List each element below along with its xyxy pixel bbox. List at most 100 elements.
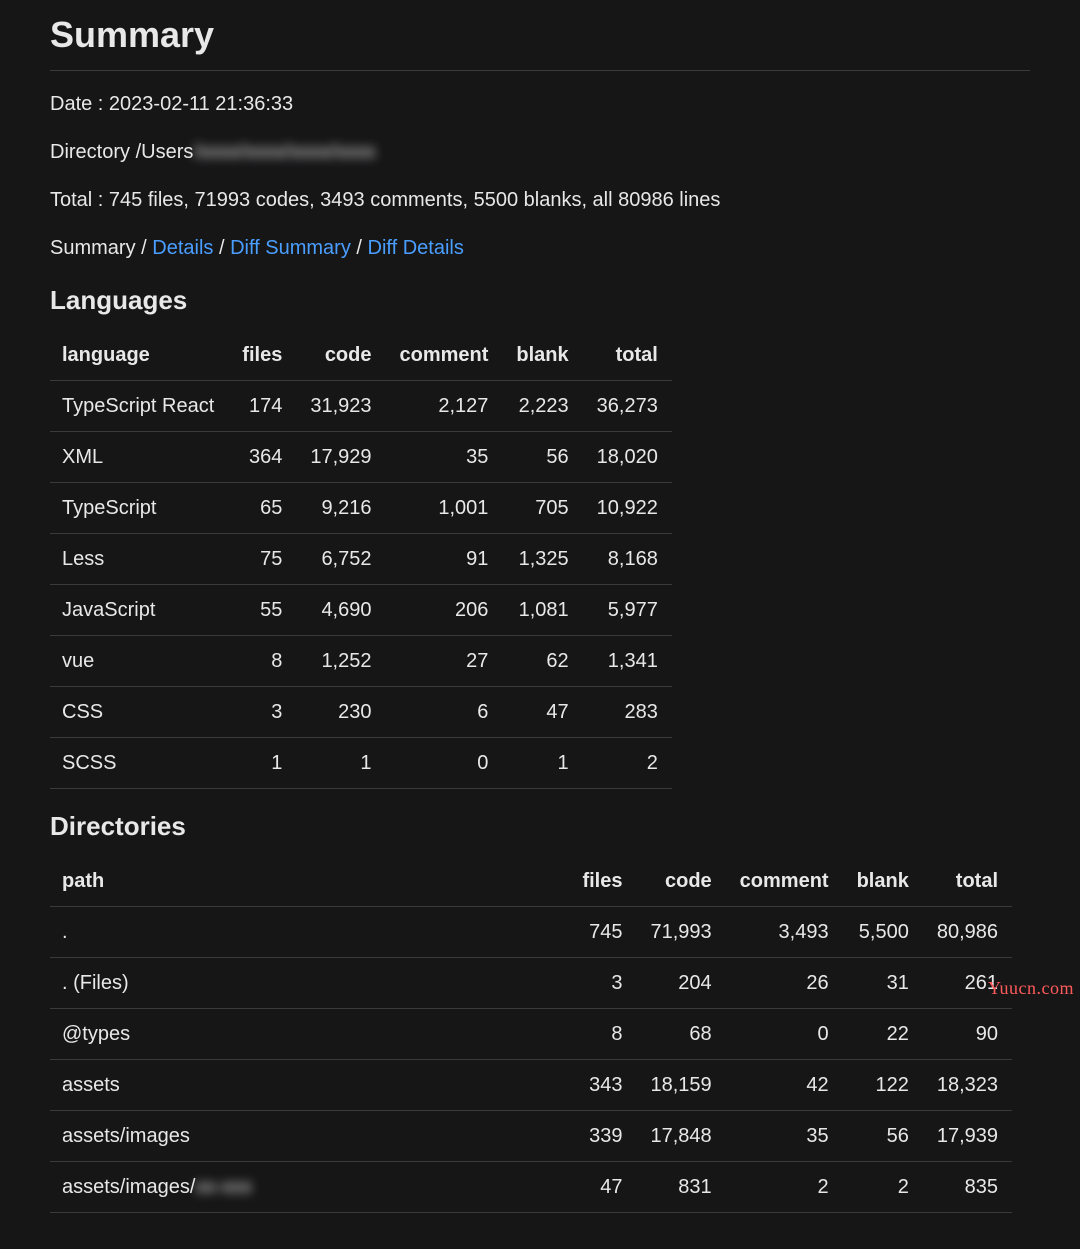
path-blurred: xx-xxx [195,1176,252,1198]
cell-comment: 35 [386,432,503,483]
cell-files: 3 [228,687,296,738]
directories-table: path files code comment blank total .745… [50,856,1012,1213]
cell-files: 3 [568,958,636,1009]
table-row: @types86802290 [50,1009,1012,1060]
table-row: assets/images/xx-xxx4783122835 [50,1162,1012,1213]
nav-summary-current: Summary [50,237,136,259]
cell-language: JavaScript [50,585,228,636]
cell-comment: 6 [386,687,503,738]
cell-blank: 31 [843,958,923,1009]
cell-code: 71,993 [637,907,726,958]
nav-line: Summary / Details / Diff Summary / Diff … [50,233,1030,263]
col-comment: comment [386,330,503,381]
table-row: assets/images33917,848355617,939 [50,1111,1012,1162]
table-row: TypeScript React17431,9232,1272,22336,27… [50,381,672,432]
cell-total: 17,939 [923,1111,1012,1162]
cell-language: TypeScript [50,483,228,534]
directories-heading: Directories [50,807,1030,846]
cell-files: 364 [228,432,296,483]
cell-total: 8,168 [583,534,672,585]
cell-blank: 62 [502,636,582,687]
table-row: TypeScript659,2161,00170510,922 [50,483,672,534]
col-code: code [296,330,385,381]
languages-heading: Languages [50,281,1030,320]
cell-files: 343 [568,1060,636,1111]
cell-blank: 1,081 [502,585,582,636]
cell-code: 6,752 [296,534,385,585]
cell-files: 75 [228,534,296,585]
cell-comment: 1,001 [386,483,503,534]
nav-details-link[interactable]: Details [152,237,213,259]
cell-code: 230 [296,687,385,738]
cell-comment: 0 [726,1009,843,1060]
cell-comment: 26 [726,958,843,1009]
cell-blank: 1 [502,738,582,789]
cell-blank: 56 [502,432,582,483]
cell-path: . [50,907,568,958]
table-row: SCSS11012 [50,738,672,789]
cell-blank: 22 [843,1009,923,1060]
cell-files: 8 [568,1009,636,1060]
cell-path: @types [50,1009,568,1060]
cell-comment: 2,127 [386,381,503,432]
cell-total: 90 [923,1009,1012,1060]
cell-comment: 42 [726,1060,843,1111]
date-line: Date : 2023-02-11 21:36:33 [50,89,1030,119]
cell-path: . (Files) [50,958,568,1009]
col-blank: blank [502,330,582,381]
col-code: code [637,856,726,907]
cell-comment: 91 [386,534,503,585]
cell-files: 339 [568,1111,636,1162]
cell-blank: 122 [843,1060,923,1111]
report-page: Summary Date : 2023-02-11 21:36:33 Direc… [0,0,1080,1249]
cell-files: 55 [228,585,296,636]
cell-blank: 5,500 [843,907,923,958]
nav-diff-details-link[interactable]: Diff Details [368,237,464,259]
directories-header-row: path files code comment blank total [50,856,1012,907]
cell-total: 18,323 [923,1060,1012,1111]
cell-code: 204 [637,958,726,1009]
cell-blank: 47 [502,687,582,738]
cell-path: assets/images/xx-xxx [50,1162,568,1213]
nav-sep: / [213,237,230,259]
cell-comment: 2 [726,1162,843,1213]
col-blank: blank [843,856,923,907]
table-row: . (Files)32042631261 [50,958,1012,1009]
col-language: language [50,330,228,381]
languages-table: language files code comment blank total … [50,330,672,789]
cell-code: 17,929 [296,432,385,483]
totals-line: Total : 745 files, 71993 codes, 3493 com… [50,185,1030,215]
cell-blank: 56 [843,1111,923,1162]
nav-diff-summary-link[interactable]: Diff Summary [230,237,351,259]
cell-files: 8 [228,636,296,687]
cell-language: SCSS [50,738,228,789]
directory-line: Directory /Users/xxxx/xxxx/xxxx/xxxx [50,137,1030,167]
cell-total: 36,273 [583,381,672,432]
col-comment: comment [726,856,843,907]
cell-language: Less [50,534,228,585]
cell-path: assets/images [50,1111,568,1162]
cell-total: 283 [583,687,672,738]
cell-blank: 1,325 [502,534,582,585]
table-row: XML36417,929355618,020 [50,432,672,483]
cell-files: 745 [568,907,636,958]
cell-code: 831 [637,1162,726,1213]
cell-code: 31,923 [296,381,385,432]
col-total: total [583,330,672,381]
cell-files: 1 [228,738,296,789]
cell-language: TypeScript React [50,381,228,432]
table-row: .74571,9933,4935,50080,986 [50,907,1012,958]
cell-comment: 27 [386,636,503,687]
cell-total: 835 [923,1162,1012,1213]
nav-sep: / [136,237,153,259]
table-row: vue81,25227621,341 [50,636,672,687]
table-row: CSS3230647283 [50,687,672,738]
cell-code: 17,848 [637,1111,726,1162]
cell-blank: 2,223 [502,381,582,432]
cell-total: 261 [923,958,1012,1009]
table-row: Less756,752911,3258,168 [50,534,672,585]
cell-code: 18,159 [637,1060,726,1111]
cell-files: 47 [568,1162,636,1213]
directory-prefix: /Users [136,141,194,163]
cell-language: XML [50,432,228,483]
